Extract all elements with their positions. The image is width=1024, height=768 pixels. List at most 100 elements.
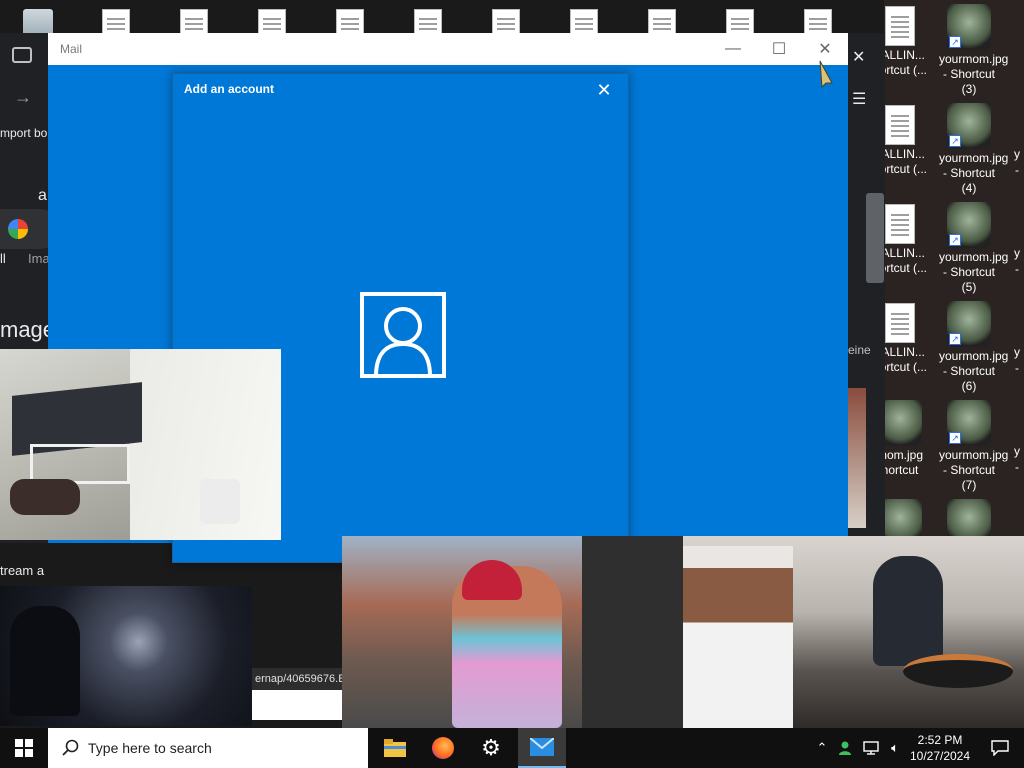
icon-label: hortcut [884,463,919,477]
icon-label: TALLIN... [884,48,925,62]
desktop-shortcut[interactable]: ↗ yourmom.jpg - Shortcut (6) [939,301,1009,394]
file-explorer-button[interactable] [371,728,419,768]
icon-label: hortcut (... [884,261,928,275]
start-button[interactable] [0,728,48,768]
icon-label: - Shortcut (6) [942,364,996,393]
system-clock[interactable]: 2:52 PM 10/27/2024 [904,728,976,768]
search-query-text: a [38,187,47,204]
tab-all[interactable]: ll [0,251,6,266]
bookmark-import-text[interactable]: mport bo [0,126,47,140]
desktop-shortcut[interactable]: ↗ yourmom.jpg - Shortcut (3) [939,4,1009,97]
shortcut-arrow-icon: ↗ [949,36,961,48]
result-text[interactable]: tream a [0,563,44,578]
result-image-fragment [848,388,866,528]
icon-label: - Shortcut (7) [942,463,996,492]
settings-button[interactable]: ⚙ [467,728,515,768]
video-tile-car[interactable] [683,536,1024,728]
document-icon [885,303,915,343]
desktop-shortcut[interactable] [939,499,999,536]
desktop-shortcut[interactable]: ↗ yourmom.jpg - Shortcut (7) [939,400,1009,493]
video-tile-street[interactable] [342,536,683,728]
people-icon[interactable] [836,728,858,768]
icon-label: yourmom.jpg [939,52,1009,66]
windows-logo-icon [15,739,33,757]
edge-label: - [1015,361,1019,375]
desktop-shortcut[interactable]: mom.jpg hortcut [884,400,930,478]
image-thumbnail-icon [947,499,991,536]
video-content [683,546,793,728]
browser-close-icon[interactable]: ✕ [852,47,865,67]
edge-label: - [1015,163,1019,177]
icon-label: TALLIN... [884,147,925,161]
video-content [582,536,683,728]
search-icon [62,739,79,756]
video-content [10,479,80,515]
mail-icon [530,738,554,756]
video-content [30,444,130,484]
result-text-right: eine [848,343,871,357]
volume-icon[interactable]: 🔈︎ [884,728,906,768]
shortcut-arrow-icon: ↗ [949,432,961,444]
video-tile-dark-room[interactable] [0,586,252,726]
forward-arrow-icon[interactable]: → [14,87,32,108]
desktop-shortcut[interactable]: TALLIN... hortcut (... [884,301,930,375]
desktop-shortcut[interactable]: ↗ yourmom.jpg - Shortcut (5) [939,202,1009,295]
shortcut-arrow-icon: ↗ [949,333,961,345]
icon-label: yourmom.jpg [939,151,1009,165]
dialog-title: Add an account [184,82,275,96]
icon-label: hortcut (... [884,360,928,374]
video-content [873,556,943,666]
icon-label: hortcut (... [884,63,928,77]
maximize-button[interactable]: ☐ [756,33,802,65]
firefox-button[interactable] [419,728,467,768]
dialog-close-icon[interactable]: ✕ [594,80,614,100]
taskbar: Type here to search ⚙ ⌃ 🔈︎ 2:52 PM 10/27… [0,728,1024,768]
icon-label: - Shortcut (4) [942,166,996,195]
image-thumbnail-icon: ↗ [947,103,991,149]
window-title: Mail [60,42,83,56]
blank-panel [252,690,342,720]
image-thumbnail-icon: ↗ [947,400,991,446]
edge-label: y [1014,246,1020,260]
minimize-button[interactable]: — [710,33,756,65]
video-tile-cell[interactable] [0,349,281,540]
desktop-right-area: TALLIN... hortcut (... ↗ yourmom.jpg - S… [884,0,1024,536]
document-icon [885,6,915,46]
clock-time: 2:52 PM [917,733,963,747]
icon-label: TALLIN... [884,246,925,260]
edge-label: - [1015,262,1019,276]
document-icon [885,105,915,145]
video-content [10,606,80,716]
results-heading: mage [0,317,56,342]
desktop-shortcut[interactable]: ↗ yourmom.jpg - Shortcut (4) [939,103,1009,196]
icon-label: yourmom.jpg [939,349,1009,363]
image-thumbnail-icon: ↗ [947,301,991,347]
status-url: ernap/40659676.E [252,668,342,690]
image-thumbnail-icon: ↗ [947,4,991,50]
chevron-up-icon[interactable]: ⌃ [812,728,832,768]
icon-label: yourmom.jpg [939,250,1009,264]
image-thumbnail-icon: ↗ [947,202,991,248]
tab-search-icon[interactable] [12,47,32,63]
mail-titlebar[interactable]: Mail — ☐ ✕ [48,33,848,65]
icon-label: - Shortcut (5) [942,265,996,294]
icon-label: - Shortcut (3) [942,67,996,96]
desktop-shortcut[interactable] [884,499,930,536]
video-content [200,479,240,524]
icon-label: yourmom.jpg [939,448,1009,462]
desktop-shortcut[interactable]: TALLIN... hortcut (... [884,4,930,78]
image-thumbnail-icon [884,499,922,536]
notification-icon [991,740,1009,756]
notification-button[interactable] [980,728,1020,768]
desktop-shortcut[interactable]: TALLIN... hortcut (... [884,202,930,276]
taskbar-search-box[interactable]: Type here to search [48,728,368,768]
folder-icon [384,739,406,757]
mail-taskbar-button[interactable] [518,728,566,768]
menu-icon[interactable]: ☰ [852,89,866,109]
scrollbar-thumb[interactable] [866,193,884,283]
mouse-cursor-icon [816,59,836,89]
desktop-shortcut[interactable]: TALLIN... hortcut (... [884,103,930,177]
tab-images[interactable]: Ima [28,251,50,266]
gear-icon: ⚙ [481,735,501,760]
network-icon[interactable] [860,728,882,768]
